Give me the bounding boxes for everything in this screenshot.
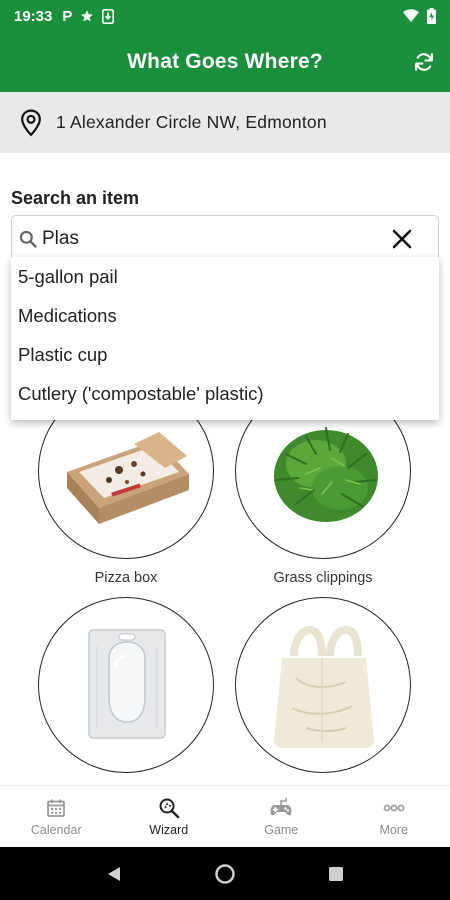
wifi-icon [403, 9, 419, 22]
wizard-search-icon [159, 798, 180, 819]
nav-tab-game[interactable]: Game [225, 786, 338, 847]
search-icon [19, 230, 37, 248]
suggestion-item[interactable]: Cutlery ('compostable' plastic) [11, 374, 439, 413]
nav-tab-wizard[interactable]: Wizard [113, 786, 226, 847]
status-bar: 19:33 P [0, 0, 450, 32]
download-icon [102, 8, 115, 24]
suggestion-item[interactable]: Plastic cup [11, 335, 439, 374]
location-pin-icon [21, 109, 41, 136]
nav-tab-more[interactable]: More [338, 786, 450, 847]
parking-icon: P [62, 7, 73, 25]
item-image-circle [235, 597, 411, 773]
bottom-navigation: Calendar Wizard Game More [0, 785, 450, 847]
refresh-icon [415, 53, 433, 71]
refresh-button[interactable] [410, 48, 438, 76]
close-icon [392, 229, 412, 249]
item-card-plastic-packaging[interactable] [38, 597, 214, 773]
address-text: 1 Alexander Circle NW, Edmonton [56, 112, 327, 132]
nav-label: More [379, 823, 408, 837]
back-icon[interactable] [105, 865, 123, 883]
location-bar[interactable]: 1 Alexander Circle NW, Edmonton [0, 92, 450, 153]
status-time: 19:33 [14, 7, 53, 25]
suggestion-item[interactable]: Medications [11, 296, 439, 335]
item-label: Grass clippings [273, 570, 373, 586]
search-box[interactable] [11, 215, 439, 263]
plastic-bag-image [274, 625, 374, 748]
item-image-circle [38, 597, 214, 773]
nav-label: Wizard [149, 823, 189, 837]
more-dots-icon [383, 804, 405, 812]
item-label: Pizza box [94, 570, 158, 586]
suggestion-item[interactable]: 5-gallon pail [11, 257, 439, 296]
star-icon [81, 10, 94, 22]
battery-icon [427, 8, 436, 24]
app-bar: What Goes Where? [0, 32, 450, 92]
search-input[interactable] [42, 228, 372, 250]
app-title: What Goes Where? [127, 50, 323, 73]
home-icon[interactable] [214, 863, 236, 885]
nav-label: Game [264, 823, 299, 837]
clear-search-button[interactable] [390, 227, 414, 251]
suggestions-dropdown: 5-gallon pail Medications Plastic cup Cu… [11, 257, 439, 420]
game-controller-icon [270, 798, 292, 816]
nav-label: Calendar [30, 823, 82, 837]
system-navigation-bar [0, 847, 450, 900]
calendar-icon [47, 799, 66, 817]
item-card-plastic-bag[interactable] [235, 597, 411, 773]
recents-icon[interactable] [327, 865, 345, 883]
plastic-packaging-image [88, 629, 166, 739]
search-label: Search an item [11, 188, 140, 208]
nav-tab-calendar[interactable]: Calendar [0, 786, 113, 847]
